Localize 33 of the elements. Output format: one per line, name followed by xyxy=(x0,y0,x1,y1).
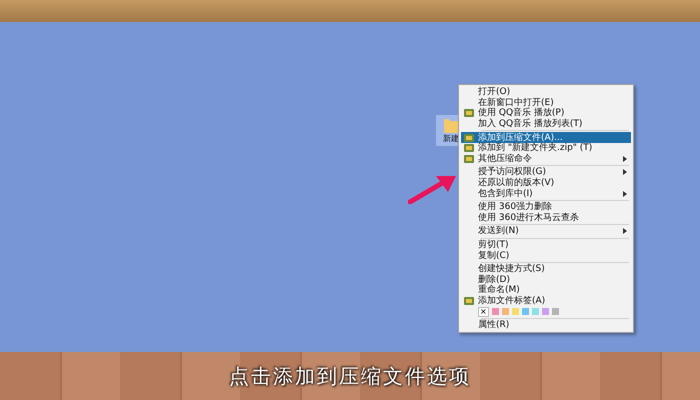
menu-item[interactable]: 删除(D) xyxy=(461,274,631,286)
menu-item[interactable]: 发送到(N) xyxy=(461,226,631,237)
submenu-arrow-icon xyxy=(623,228,627,234)
menu-item[interactable]: 添加到压缩文件(A)... xyxy=(461,132,631,143)
menu-item[interactable]: 复制(C) xyxy=(461,250,631,261)
subtitle-caption: 点击添加到压缩文件选项 xyxy=(229,362,471,390)
menu-item[interactable]: 还原以前的版本(V) xyxy=(461,178,631,188)
submenu-arrow-icon xyxy=(623,190,627,197)
menu-item[interactable]: 剪切(T) xyxy=(461,240,631,250)
color-tag[interactable] xyxy=(492,308,499,316)
menu-item[interactable]: 重命名(M) xyxy=(461,285,631,296)
submenu-arrow-icon xyxy=(623,169,627,176)
color-tag[interactable] xyxy=(532,308,539,316)
clear-tag-button[interactable]: × xyxy=(478,306,489,317)
menu-item[interactable]: 属性(R) xyxy=(461,320,631,330)
menu-item[interactable]: 包含到库中(I) xyxy=(461,188,631,199)
menu-item[interactable]: 其他压缩命令 xyxy=(461,154,631,164)
menu-item[interactable]: 使用 360强力删除 xyxy=(461,202,631,213)
color-tag[interactable] xyxy=(502,308,509,316)
app-icon xyxy=(464,296,474,305)
menu-item[interactable]: 添加文件标签(A) xyxy=(461,296,631,306)
folder-label: 新建 xyxy=(443,133,459,144)
color-tag[interactable] xyxy=(512,308,519,316)
menu-item[interactable]: 在新窗口中打开(E) xyxy=(461,98,631,108)
submenu-arrow-icon xyxy=(623,156,627,162)
app-icon xyxy=(464,109,474,118)
menu-item[interactable]: 打开(O) xyxy=(461,87,631,98)
color-tag[interactable] xyxy=(552,308,559,316)
color-tag[interactable] xyxy=(522,308,529,316)
menu-item[interactable]: 创建快捷方式(S) xyxy=(461,264,631,274)
menu-item[interactable]: 使用 360进行木马云查杀 xyxy=(461,212,631,224)
color-tag[interactable] xyxy=(542,308,549,316)
menu-item[interactable]: 授予访问权限(G) xyxy=(461,167,631,178)
